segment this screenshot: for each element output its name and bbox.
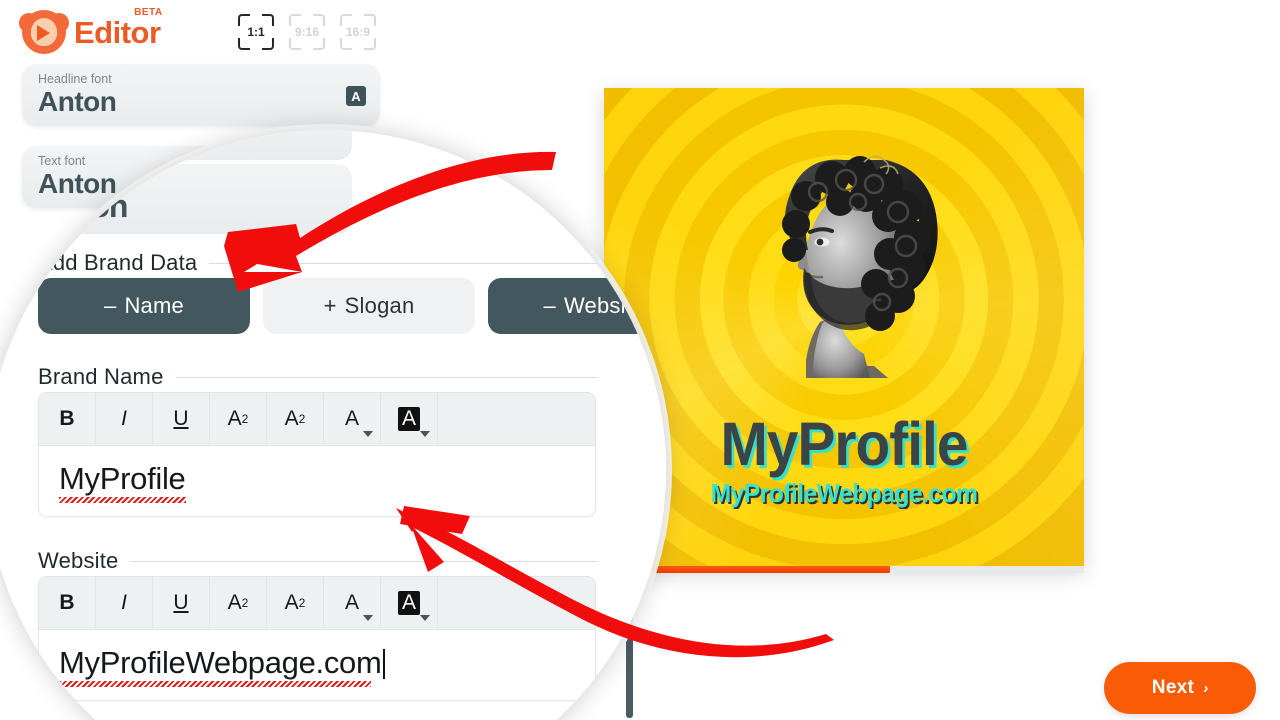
brand-chip-website-label: Website <box>563 293 645 318</box>
brand-name-header: Brand Name <box>38 364 598 390</box>
next-button-label: Next <box>1151 677 1195 698</box>
toolbar-filler <box>438 577 595 629</box>
preview-headline: MyProfile <box>720 410 969 478</box>
text-color-button[interactable]: A <box>324 577 381 629</box>
highlight-color-button[interactable]: A <box>381 577 438 629</box>
highlight-color-button[interactable]: A <box>381 393 438 445</box>
italic-button[interactable]: I <box>96 577 153 629</box>
top-toolbar: Editor BETA 1:1 9:16 16:9 <box>0 0 430 66</box>
magnifier-lens: Text font Anton Add Brand Data – Name + … <box>0 130 666 720</box>
chevron-right-icon: › <box>1203 679 1209 697</box>
brand-chip-name[interactable]: – Name <box>38 278 250 334</box>
brand-name-editor[interactable]: B I U A2 A2 A A MyProfile <box>38 392 596 517</box>
brand-chip-slogan[interactable]: + Slogan <box>263 278 475 334</box>
spellcheck-underline <box>59 497 186 503</box>
italic-button[interactable]: I <box>96 393 153 445</box>
headline-font-card[interactable]: Headline font Anton A <box>22 64 380 126</box>
magnified-text-font-label: Text font <box>40 170 97 187</box>
ratio-option-16-9[interactable]: 16:9 <box>338 12 378 52</box>
render-progress-track <box>652 566 1084 573</box>
ratio-label: 9:16 <box>294 25 320 39</box>
font-preview-icon: A <box>346 86 366 106</box>
brand-name-text: MyProfile <box>59 461 186 496</box>
bold-button[interactable]: B <box>39 577 96 629</box>
magnified-headline-font-card[interactable] <box>22 130 352 160</box>
underline-button[interactable]: U <box>153 393 210 445</box>
brand-name-input[interactable]: MyProfile <box>39 446 595 516</box>
add-brand-data-header: Add Brand Data <box>38 250 598 276</box>
lion-play-icon <box>19 10 69 54</box>
subscript-button[interactable]: A2 <box>267 393 324 445</box>
website-value: MyProfileWebpage.com <box>59 645 385 687</box>
superscript-button[interactable]: A2 <box>210 393 267 445</box>
headline-font-label: Headline font <box>38 72 112 86</box>
website-editor[interactable]: B I U A2 A2 A A MyProfileWebpage.com <box>38 576 596 701</box>
brand-name-value: MyProfile <box>59 461 186 503</box>
toolbar-filler <box>438 393 595 445</box>
section-divider <box>209 262 598 264</box>
headline-font-value: Anton <box>38 86 117 117</box>
add-brand-data-title: Add Brand Data <box>38 250 198 275</box>
beta-badge: BETA <box>134 6 163 18</box>
subscript-button[interactable]: A2 <box>267 577 324 629</box>
website-title: Website <box>38 548 119 573</box>
magnified-text-font-card[interactable]: Text font Anton <box>22 164 352 234</box>
brand-chip-website[interactable]: – Website <box>488 278 666 334</box>
underline-button[interactable]: U <box>153 577 210 629</box>
website-text: MyProfileWebpage.com <box>59 645 382 680</box>
bold-button[interactable]: B <box>39 393 96 445</box>
ratio-label: 1:1 <box>247 25 265 39</box>
text-cursor <box>382 649 385 679</box>
brand-name-title: Brand Name <box>38 364 164 389</box>
app-logo[interactable]: Editor BETA <box>19 7 162 54</box>
ratio-option-1-1[interactable]: 1:1 <box>236 12 276 52</box>
website-header: Website <box>38 548 598 574</box>
section-divider <box>175 376 598 378</box>
brand-chip-slogan-label: Slogan <box>344 293 415 318</box>
spellcheck-underline <box>59 681 371 687</box>
website-input[interactable]: MyProfileWebpage.com <box>39 630 595 700</box>
portrait-photo <box>782 155 938 378</box>
render-progress-fill <box>652 566 890 573</box>
brand-chip-slogan-sign: + <box>323 293 337 318</box>
aspect-ratio-group: 1:1 9:16 16:9 <box>236 12 378 52</box>
brand-chip-website-sign: – <box>543 293 556 318</box>
app-logo-text: Editor BETA <box>74 7 162 50</box>
magnified-text-font-value: Anton <box>40 188 128 224</box>
text-color-button[interactable]: A <box>324 393 381 445</box>
app-logo-label: Editor <box>74 14 161 50</box>
ratio-label: 16:9 <box>345 25 371 39</box>
brand-data-chip-group: – Name + Slogan – Website <box>38 278 666 334</box>
website-rte-toolbar: B I U A2 A2 A A <box>39 577 595 630</box>
section-divider <box>130 560 598 562</box>
next-button[interactable]: Next › <box>1104 662 1256 714</box>
brand-name-rte-toolbar: B I U A2 A2 A A <box>39 393 595 446</box>
screenshot-root: Editor BETA 1:1 9:16 16:9 Headline font … <box>0 0 1280 720</box>
brand-chip-name-sign: – <box>104 293 117 318</box>
ratio-option-9-16[interactable]: 9:16 <box>287 12 327 52</box>
preview-subline: MyProfileWebpage.com <box>710 478 978 508</box>
preview-canvas[interactable]: MyProfile MyProfileWebpage.com <box>604 88 1084 568</box>
brand-chip-name-label: Name <box>124 293 184 318</box>
superscript-button[interactable]: A2 <box>210 577 267 629</box>
